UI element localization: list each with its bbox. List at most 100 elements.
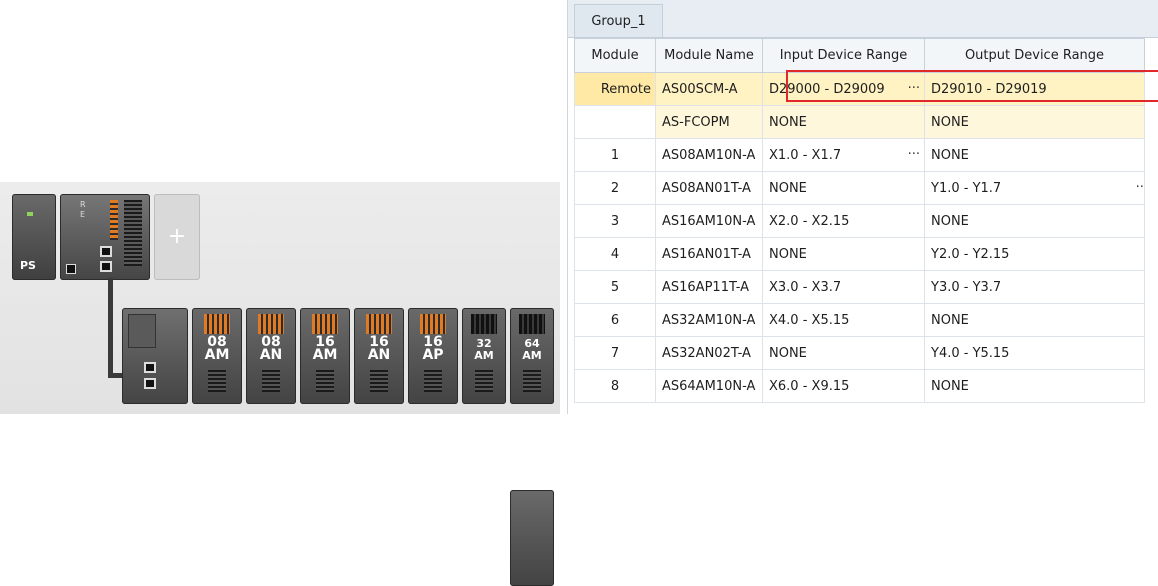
ellipsis-button[interactable]: ··· — [908, 81, 920, 96]
terminal-icon — [424, 370, 442, 392]
input-range-cell[interactable]: X6.0 - X9.15 — [762, 369, 925, 403]
io-module-16an[interactable]: 16 AN — [354, 308, 404, 404]
io-module-16ap[interactable]: 16 AP — [408, 308, 458, 404]
connector-icon — [475, 370, 493, 392]
tab-group-1[interactable]: Group_1 — [574, 4, 663, 37]
output-range-cell[interactable]: Y1.0 - Y1.7 ··· — [924, 171, 1145, 205]
io-module-64am[interactable] — [510, 490, 554, 586]
module-tag-line2: AN — [367, 347, 391, 363]
column-header-output-range[interactable]: Output Device Range — [924, 38, 1145, 73]
table-header-row: Module Module Name Input Device Range Ou… — [574, 38, 1145, 73]
usb-port-icon — [66, 264, 76, 274]
cpu-io-indicator-icon — [110, 200, 118, 240]
io-module-16am[interactable]: 16 AM — [300, 308, 350, 404]
module-tag: 64 AM — [510, 338, 554, 362]
module-tag-line2: AM — [204, 347, 230, 363]
cpu-terminal-icon — [124, 200, 142, 266]
column-header-input-range[interactable]: Input Device Range — [762, 38, 925, 73]
input-range-cell[interactable]: D29000 - D29009 ··· — [762, 72, 925, 106]
input-range-value: X1.0 - X1.7 — [769, 147, 842, 163]
output-range-value: Y1.0 - Y1.7 — [931, 180, 1002, 196]
terminal-icon — [208, 370, 226, 392]
io-module-08am[interactable]: 08 AM — [192, 308, 242, 404]
table-row[interactable]: Remote AS00SCM-A D29000 - D29009 ··· D290… — [574, 72, 1145, 106]
cpu-module[interactable]: R E — [60, 194, 150, 280]
output-range-cell[interactable]: NONE — [924, 303, 1145, 337]
table-row[interactable]: 4 AS16AN01T-A NONE Y2.0 - Y2.15 — [574, 237, 1145, 271]
output-range-cell[interactable]: NONE — [924, 204, 1145, 238]
module-tag-line2: AM — [522, 349, 542, 362]
input-range-cell[interactable]: X1.0 - X1.7 ··· — [762, 138, 925, 172]
io-indicator-icon — [471, 314, 497, 334]
module-cell: 1 — [574, 138, 656, 172]
table-row[interactable]: 8 AS64AM10N-A X6.0 - X9.15 NONE — [574, 369, 1145, 403]
module-tag: 16 AN — [354, 335, 404, 363]
add-module-slot[interactable]: + — [154, 194, 200, 280]
device-range-grid: Group_1 Module Module Name Input Device … — [567, 0, 1158, 414]
io-module-64am-face[interactable]: 64 AM — [510, 308, 554, 404]
output-range-cell[interactable]: NONE — [924, 369, 1145, 403]
io-indicator-icon — [312, 314, 338, 334]
io-indicator-icon — [366, 314, 392, 334]
module-tag: 08 AN — [246, 335, 296, 363]
scm-display-icon — [128, 314, 156, 348]
table-row[interactable]: 6 AS32AM10N-A X4.0 - X5.15 NONE — [574, 303, 1145, 337]
module-name-cell: AS-FCOPM — [655, 105, 763, 139]
output-range-cell[interactable]: Y4.0 - Y5.15 — [924, 336, 1145, 370]
column-header-module[interactable]: Module — [574, 38, 656, 73]
io-module-32am[interactable]: 32 AM — [462, 308, 506, 404]
ellipsis-button[interactable]: ··· — [1136, 180, 1144, 195]
output-range-cell[interactable]: Y2.0 - Y2.15 — [924, 237, 1145, 271]
module-tag: 16 AM — [300, 335, 350, 363]
output-range-cell[interactable]: NONE — [924, 138, 1145, 172]
table-row[interactable]: 7 AS32AN02T-A NONE Y4.0 - Y5.15 — [574, 336, 1145, 370]
module-cell: 4 — [574, 237, 656, 271]
table-row[interactable]: AS-FCOPM NONE NONE — [574, 105, 1145, 139]
input-range-cell[interactable]: NONE — [762, 171, 925, 205]
terminal-icon — [262, 370, 280, 392]
input-range-cell[interactable]: X2.0 - X2.15 — [762, 204, 925, 238]
module-tag: 32 AM — [462, 338, 506, 362]
input-range-cell[interactable]: X4.0 - X5.15 — [762, 303, 925, 337]
module-cell: 3 — [574, 204, 656, 238]
group-tab-bar: Group_1 — [568, 0, 1158, 38]
module-name-cell: AS16AM10N-A — [655, 204, 763, 238]
table-row[interactable]: 3 AS16AM10N-A X2.0 - X2.15 NONE — [574, 204, 1145, 238]
module-name-cell: AS00SCM-A — [655, 72, 763, 106]
module-tag-line2: AM — [474, 349, 494, 362]
module-cell: 7 — [574, 336, 656, 370]
scm-communication-module[interactable] — [122, 308, 188, 404]
power-supply-label: PS — [20, 259, 36, 272]
module-name-cell: AS16AN01T-A — [655, 237, 763, 271]
io-indicator-icon — [204, 314, 230, 334]
table-row[interactable]: 1 AS08AM10N-A X1.0 - X1.7 ··· NONE — [574, 138, 1145, 172]
power-led-icon — [27, 212, 33, 216]
cpu-status-leds: R E — [80, 200, 86, 219]
table-row[interactable]: 2 AS08AN01T-A NONE Y1.0 - Y1.7 ··· — [574, 171, 1145, 205]
table-row[interactable]: 5 AS16AP11T-A X3.0 - X3.7 Y3.0 - Y3.7 — [574, 270, 1145, 304]
module-cell: 8 — [574, 369, 656, 403]
module-name-cell: AS08AN01T-A — [655, 171, 763, 205]
input-range-cell[interactable]: NONE — [762, 105, 925, 139]
remote-rack: 08 AM 08 AN 16 AM 16 AN 16 AP 32 AM — [122, 308, 560, 408]
input-range-cell[interactable]: NONE — [762, 336, 925, 370]
column-header-module-name[interactable]: Module Name — [655, 38, 763, 73]
ellipsis-button[interactable]: ··· — [908, 147, 920, 162]
input-range-cell[interactable]: NONE — [762, 237, 925, 271]
terminal-icon — [316, 370, 334, 392]
io-indicator-icon — [420, 314, 446, 334]
module-name-cell: AS16AP11T-A — [655, 270, 763, 304]
ethernet-port-icon — [144, 362, 156, 373]
module-tag-line2: AM — [312, 347, 338, 363]
module-cell — [574, 105, 656, 139]
module-tag: 16 AP — [408, 335, 458, 362]
terminal-icon — [370, 370, 388, 392]
hardware-rack-view[interactable]: PS R E + 08 AM 08 AN 16 AM 16 AN 16 AP 3… — [0, 182, 560, 586]
output-range-cell[interactable]: NONE — [924, 105, 1145, 139]
module-tag-line2: AN — [259, 347, 283, 363]
output-range-cell[interactable]: D29010 - D29019 — [924, 72, 1145, 106]
power-supply-module[interactable]: PS — [12, 194, 56, 280]
output-range-cell[interactable]: Y3.0 - Y3.7 — [924, 270, 1145, 304]
io-module-08an[interactable]: 08 AN — [246, 308, 296, 404]
input-range-cell[interactable]: X3.0 - X3.7 — [762, 270, 925, 304]
